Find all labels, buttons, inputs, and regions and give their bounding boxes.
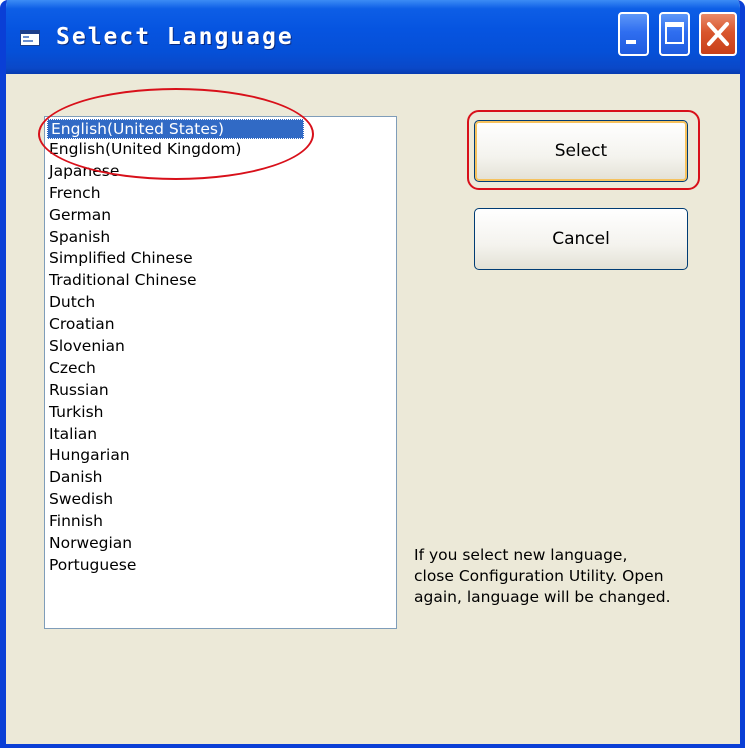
language-option[interactable]: Finnish [45,511,396,533]
minimize-icon [626,40,636,44]
title-bar[interactable]: Select Language [6,0,740,74]
select-button[interactable]: Select [474,120,688,182]
close-button[interactable] [699,12,737,56]
maximize-icon [665,22,684,44]
minimize-button[interactable] [618,12,649,56]
language-option[interactable]: Russian [45,380,396,402]
language-listbox[interactable]: English(United States) English(United Kin… [44,116,397,629]
note-line: If you select new language, [414,546,628,564]
language-option[interactable]: Portuguese [45,555,396,577]
note-line: again, language will be changed. [414,588,671,606]
cancel-button[interactable]: Cancel [474,208,688,270]
language-option[interactable]: French [45,183,396,205]
language-option[interactable]: Swedish [45,489,396,511]
language-option[interactable]: Turkish [45,402,396,424]
language-option[interactable]: English(United Kingdom) [45,139,396,161]
language-option[interactable]: English(United States) [47,119,304,139]
language-option[interactable]: Croatian [45,314,396,336]
language-option[interactable]: Italian [45,424,396,446]
language-option[interactable]: Simplified Chinese [45,248,396,270]
maximize-button[interactable] [659,12,690,56]
language-option[interactable]: German [45,205,396,227]
language-option[interactable]: Spanish [45,227,396,249]
note-line: close Configuration Utility. Open [414,567,664,585]
language-option[interactable]: Danish [45,467,396,489]
language-option[interactable]: Norwegian [45,533,396,555]
select-language-window: Select Language English(United States) En… [0,0,745,748]
language-option[interactable]: Czech [45,358,396,380]
language-option[interactable]: Dutch [45,292,396,314]
language-option[interactable]: Japanese [45,161,396,183]
language-option[interactable]: Hungarian [45,445,396,467]
language-change-note: If you select new language, close Config… [414,545,734,608]
window-title: Select Language [56,24,294,50]
language-option[interactable]: Slovenian [45,336,396,358]
language-option[interactable]: Traditional Chinese [45,270,396,292]
close-icon [707,22,729,46]
window-app-icon [20,30,40,46]
